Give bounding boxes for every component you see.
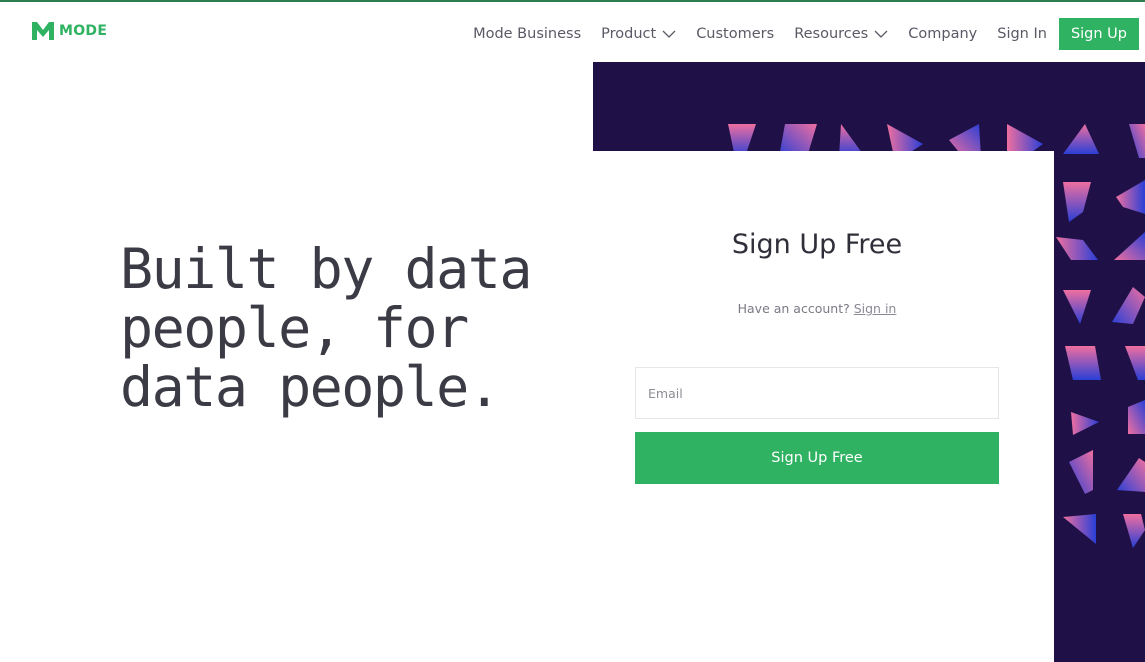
hero-line: Built by data: [120, 237, 532, 301]
nav-item-company[interactable]: Company: [908, 26, 977, 42]
nav-item-product[interactable]: Product: [601, 26, 676, 42]
email-field[interactable]: [635, 367, 999, 419]
hero-line: data people.: [120, 355, 501, 419]
sign-up-free-button[interactable]: Sign Up Free: [635, 432, 999, 484]
hero-headline: Built by data people, for data people.: [120, 240, 560, 417]
nav-item-sign-in[interactable]: Sign In: [997, 26, 1047, 42]
nav-item-label: Customers: [696, 26, 775, 42]
nav-item-label: Resources: [794, 26, 869, 42]
site-header: MODE Mode Business Product Customers Res…: [0, 2, 1145, 62]
nav-item-mode-business[interactable]: Mode Business: [473, 26, 581, 42]
have-account-label: Have an account?: [737, 301, 850, 316]
nav-item-customers[interactable]: Customers: [696, 26, 774, 42]
page: MODE Mode Business Product Customers Res…: [0, 0, 1145, 662]
nav-item-resources[interactable]: Resources: [794, 26, 888, 42]
mode-m-logo-icon: [32, 22, 54, 40]
sign-in-link[interactable]: Sign in: [854, 301, 897, 316]
signup-card: Sign Up Free Have an account? Sign in Si…: [593, 151, 1054, 662]
nav-item-label: Sign In: [997, 26, 1047, 42]
nav-item-label: Company: [908, 26, 978, 42]
chevron-down-icon: [662, 30, 676, 38]
signup-title: Sign Up Free: [731, 229, 903, 260]
chevron-down-icon: [874, 30, 888, 38]
brand-logo[interactable]: MODE: [32, 22, 107, 40]
hero-line: people, for: [120, 296, 469, 360]
have-account-text: Have an account? Sign in: [593, 301, 1041, 316]
nav-item-label: Mode Business: [473, 26, 582, 42]
main-nav: Mode Business Product Customers Resource…: [473, 18, 1139, 50]
brand-name: MODE: [59, 23, 108, 39]
nav-item-label: Product: [601, 26, 657, 42]
nav-signup-button[interactable]: Sign Up: [1058, 18, 1139, 50]
